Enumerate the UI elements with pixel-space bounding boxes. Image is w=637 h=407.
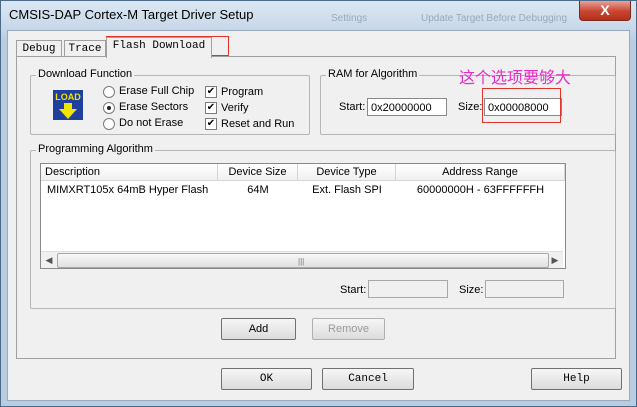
row-address-range: 60000000H - 63FFFFFFH — [416, 184, 545, 196]
column-header-device-type[interactable]: Device Type — [298, 164, 396, 181]
ram-size-label: Size: — [458, 101, 483, 113]
ram-start-label: Start: — [339, 101, 366, 113]
window-title: CMSIS-DAP Cortex-M Target Driver Setup — [9, 7, 254, 22]
scrollbar-thumb[interactable]: ||| — [57, 253, 549, 268]
verify-label: Verify — [221, 102, 249, 114]
background-window-title-2: Update Target Before Debugging — [421, 13, 568, 24]
title-bar[interactable]: CMSIS-DAP Cortex-M Target Driver Setup S… — [1, 1, 636, 29]
tab-flash-download-label: Flash Download — [112, 40, 206, 52]
help-button[interactable]: Help — [531, 368, 622, 390]
add-button[interactable]: Add — [221, 318, 296, 340]
algorithm-start-label: Start: — [340, 284, 367, 296]
tab-debug[interactable]: Debug — [16, 40, 62, 57]
load-icon-label: LOAD — [55, 92, 81, 102]
tab-trace[interactable]: Trace — [64, 40, 106, 57]
grip-icon: ||| — [298, 257, 305, 266]
load-icon: LOAD — [53, 90, 83, 120]
algorithm-table[interactable]: Description Device Size Device Type Addr… — [40, 163, 566, 269]
row-description: MIMXRT105x 64mB Hyper Flash — [47, 184, 209, 196]
download-function-label: Download Function — [36, 68, 135, 80]
ram-for-algorithm-label: RAM for Algorithm — [326, 68, 420, 80]
column-header-description[interactable]: Description — [41, 164, 218, 181]
reset-and-run-checkbox[interactable]: ✔ — [205, 118, 217, 130]
do-not-erase-label: Do not Erase — [119, 117, 184, 129]
ram-start-input[interactable]: 0x20000000 — [367, 98, 447, 116]
close-icon: X — [600, 2, 610, 18]
programming-algorithm-label: Programming Algorithm — [36, 143, 155, 155]
background-window-title: Settings — [331, 13, 368, 24]
scroll-left-icon[interactable]: ◀ — [42, 253, 56, 267]
algorithm-start-input — [368, 280, 448, 298]
do-not-erase-radio[interactable] — [103, 118, 115, 130]
column-header-address-range[interactable]: Address Range — [396, 164, 565, 181]
erase-full-chip-radio[interactable] — [103, 86, 115, 98]
close-button[interactable]: X — [579, 1, 631, 21]
annotation-note: 这个选项要够大 — [459, 70, 572, 87]
verify-checkbox[interactable]: ✔ — [205, 102, 217, 114]
row-device-type: Ext. Flash SPI — [312, 184, 382, 196]
tab-debug-label: Debug — [22, 43, 56, 55]
ok-button[interactable]: OK — [221, 368, 312, 390]
horizontal-scrollbar[interactable]: ◀ ||| ▶ — [41, 251, 563, 268]
reset-and-run-label: Reset and Run — [221, 118, 295, 130]
algorithm-size-input — [485, 280, 564, 298]
program-label: Program — [221, 86, 264, 98]
remove-button: Remove — [312, 318, 385, 340]
size-highlight-box — [482, 88, 561, 123]
algorithm-size-label: Size: — [459, 284, 484, 296]
erase-sectors-radio[interactable] — [103, 102, 115, 114]
scroll-right-icon[interactable]: ▶ — [548, 253, 562, 267]
tab-trace-label: Trace — [68, 43, 102, 55]
erase-full-chip-label: Erase Full Chip — [119, 85, 195, 97]
tab-flash-download[interactable]: Flash Download — [106, 37, 212, 58]
row-device-size: 64M — [247, 184, 269, 196]
cancel-button[interactable]: Cancel — [322, 368, 414, 390]
column-header-device-size[interactable]: Device Size — [218, 164, 298, 181]
erase-sectors-label: Erase Sectors — [119, 101, 189, 113]
program-checkbox[interactable]: ✔ — [205, 86, 217, 98]
